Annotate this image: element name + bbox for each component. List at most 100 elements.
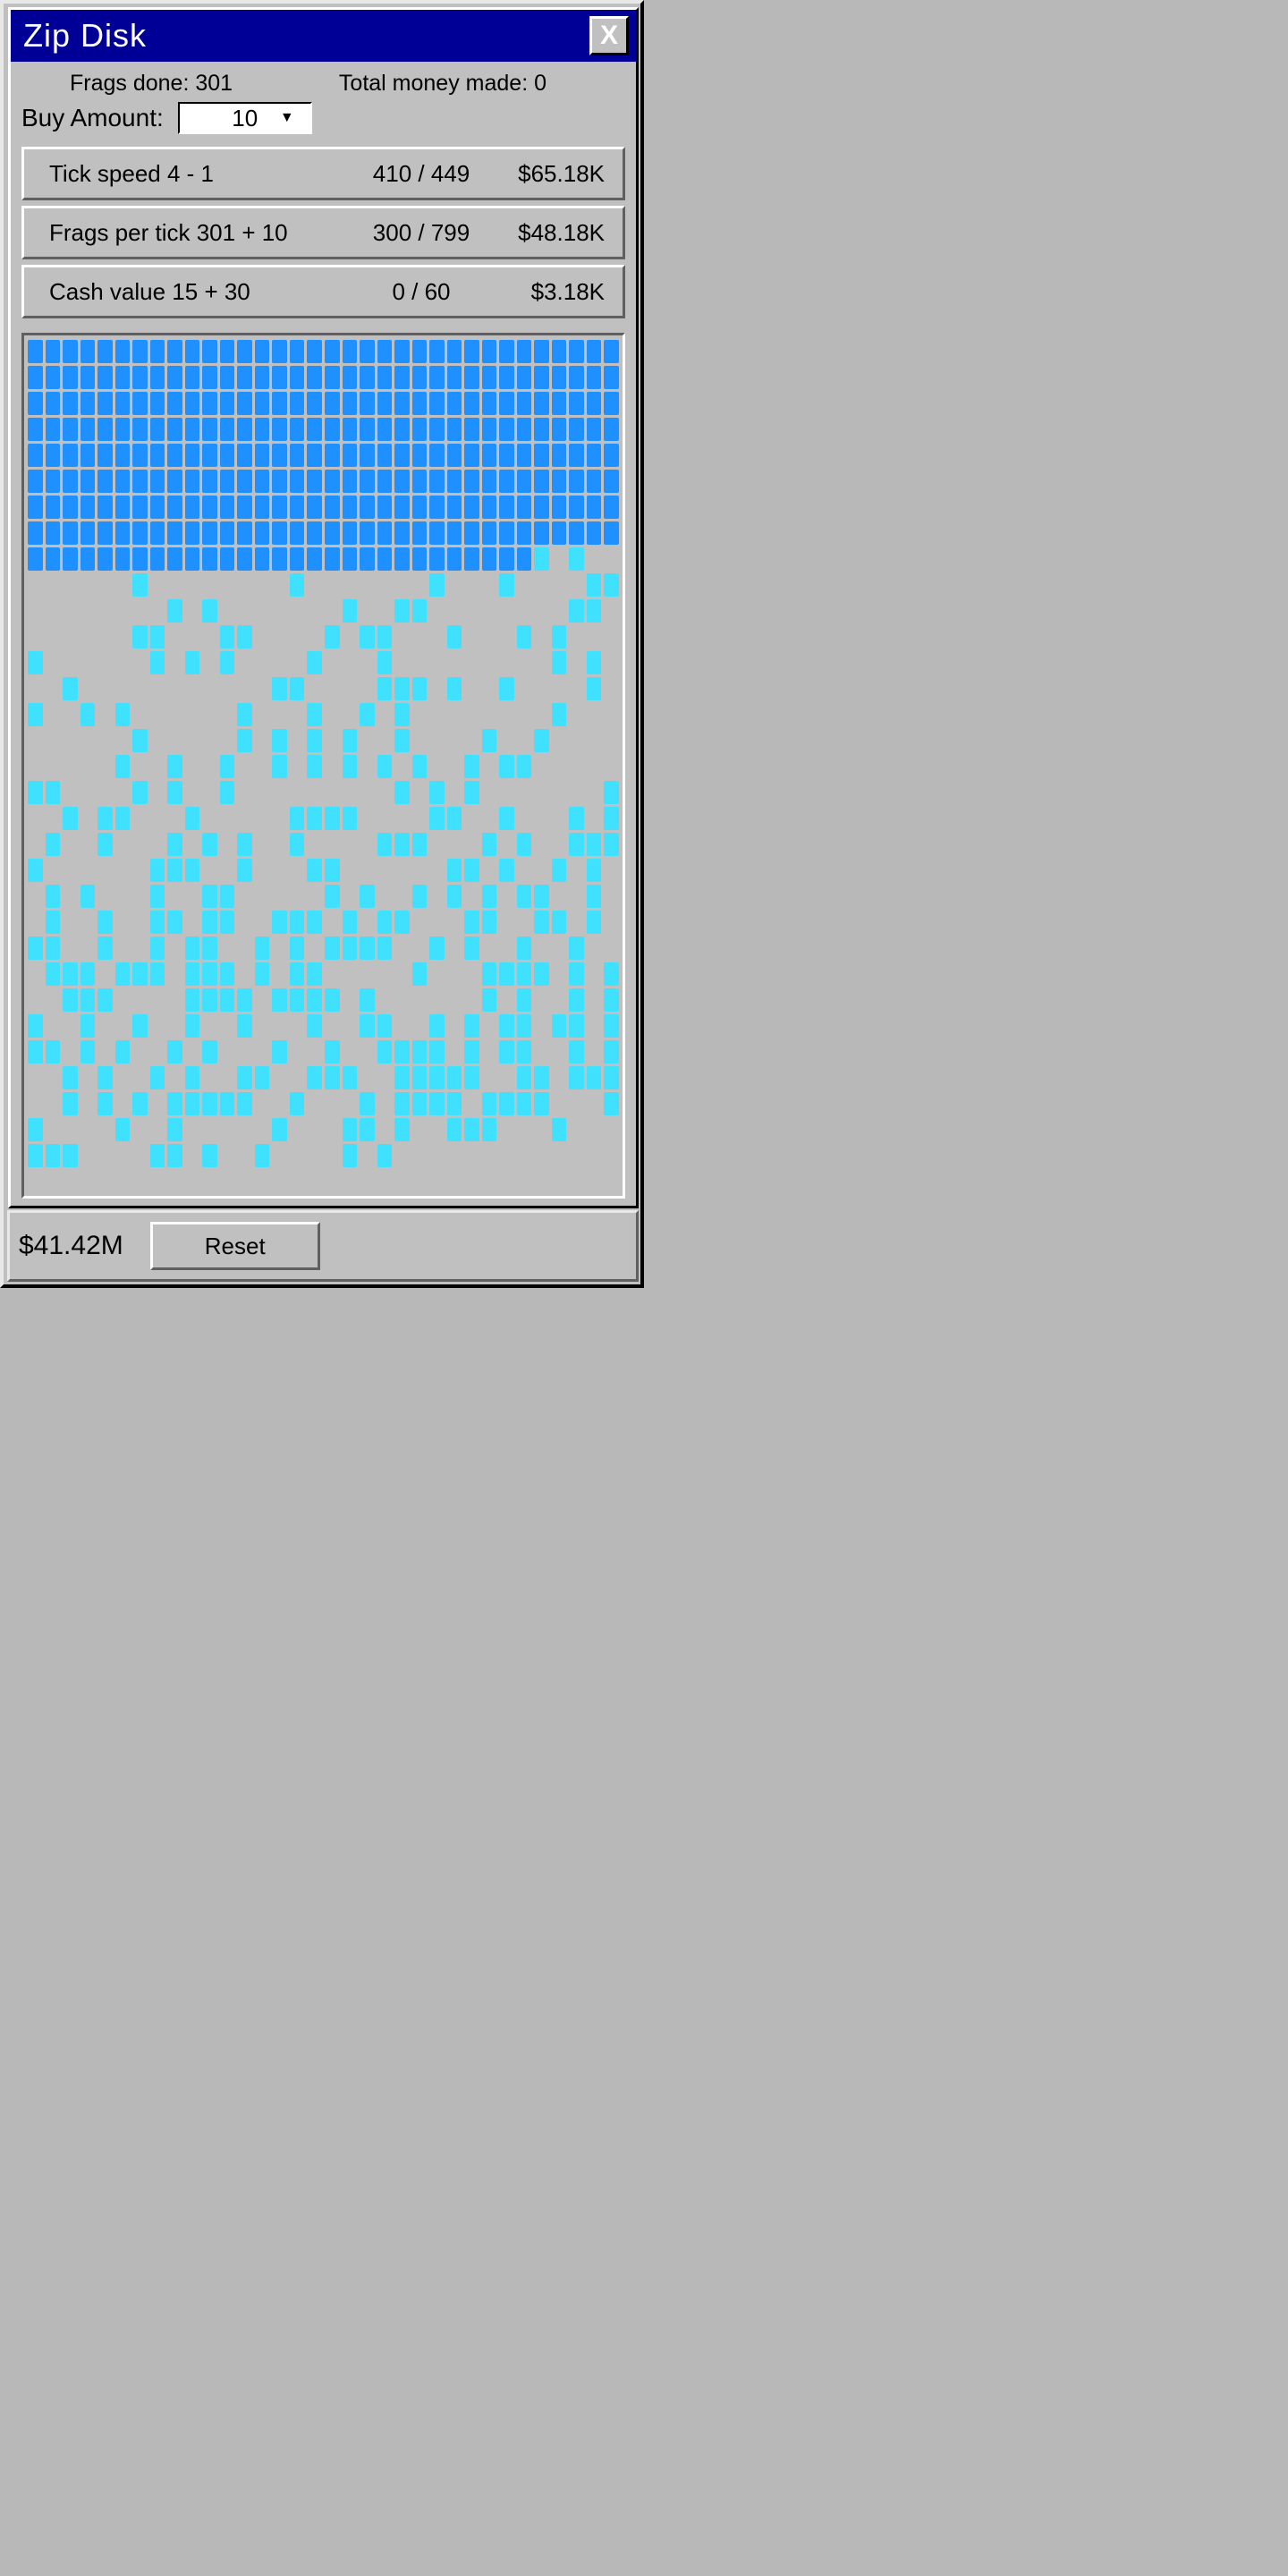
frag-cell: [412, 988, 428, 1012]
frag-cell: [237, 703, 252, 726]
frag-cell: [150, 1040, 165, 1063]
frag-cell: [325, 1014, 340, 1038]
frag-cell: [115, 755, 131, 778]
frag-cell: [202, 755, 217, 778]
frag-cell: [202, 1118, 217, 1141]
window-title: Zip Disk: [23, 17, 147, 55]
frag-cell: [429, 470, 445, 493]
frag-cell: [464, 599, 479, 623]
frag-cell: [237, 651, 252, 674]
frag-cell: [290, 962, 305, 986]
frag-cell: [325, 470, 340, 493]
frag-cell: [220, 962, 235, 986]
frag-cell: [569, 1118, 584, 1141]
buy-amount-dropdown[interactable]: 10 ▼: [178, 102, 312, 134]
frag-cell: [587, 418, 602, 441]
frag-cell: [237, 1092, 252, 1115]
close-button[interactable]: X: [589, 16, 629, 55]
frag-cell: [80, 470, 96, 493]
frag-cell: [534, 988, 549, 1012]
frag-cell: [464, 366, 479, 389]
frag-cell: [360, 366, 375, 389]
frag-cell: [97, 807, 113, 830]
frag-cell: [80, 1014, 96, 1038]
frag-cell: [534, 651, 549, 674]
frag-cell: [185, 781, 200, 804]
frag-cell: [28, 521, 43, 545]
frag-cell: [464, 911, 479, 934]
frag-cell: [63, 547, 78, 571]
frag-cell: [464, 962, 479, 986]
frag-cell: [28, 911, 43, 934]
defrag-panel: [21, 333, 625, 1199]
frag-cell: [604, 340, 619, 363]
frag-cell: [28, 1118, 43, 1141]
frag-cell: [97, 599, 113, 623]
frag-cell: [499, 1092, 514, 1115]
frag-cell: [587, 729, 602, 752]
reset-button[interactable]: Reset: [150, 1222, 320, 1270]
frag-cell: [534, 911, 549, 934]
frag-cell: [604, 625, 619, 648]
frag-cell: [255, 392, 270, 415]
frag-cell: [63, 1118, 78, 1141]
frag-cell: [150, 885, 165, 908]
frag-cell: [517, 1092, 532, 1115]
frag-cell: [499, 833, 514, 856]
upgrade-button-0[interactable]: Tick speed 4 - 1410 / 449$65.18K: [21, 147, 625, 200]
frag-cell: [394, 1066, 410, 1089]
frag-cell: [115, 988, 131, 1012]
frag-cell: [185, 936, 200, 960]
frag-cell: [115, 392, 131, 415]
frag-cell: [307, 729, 322, 752]
frag-cell: [343, 573, 358, 597]
frag-cell: [552, 599, 567, 623]
frag-cell: [272, 755, 287, 778]
frag-cell: [552, 833, 567, 856]
frag-cell: [604, 677, 619, 700]
frag-cell: [325, 496, 340, 519]
frag-cell: [46, 1014, 61, 1038]
upgrade-progress: 410 / 449: [363, 160, 479, 188]
frag-cell: [360, 1014, 375, 1038]
frag-cell: [604, 496, 619, 519]
frag-cell: [569, 470, 584, 493]
frag-cell: [28, 444, 43, 467]
frag-cell: [220, 625, 235, 648]
frag-cell: [482, 1118, 497, 1141]
frag-cell: [377, 729, 393, 752]
frag-cell: [482, 936, 497, 960]
frag-cell: [377, 703, 393, 726]
frag-cell: [499, 988, 514, 1012]
upgrade-progress: 0 / 60: [363, 278, 479, 306]
frag-cell: [97, 625, 113, 648]
frag-cell: [202, 936, 217, 960]
frag-cell: [325, 573, 340, 597]
upgrade-button-2[interactable]: Cash value 15 + 300 / 60$3.18K: [21, 265, 625, 318]
frag-cell: [517, 1118, 532, 1141]
frag-cell: [115, 781, 131, 804]
frag-cell: [517, 911, 532, 934]
frag-cell: [150, 755, 165, 778]
frag-cell: [447, 340, 462, 363]
frag-cell: [97, 781, 113, 804]
frag-cell: [167, 1014, 182, 1038]
frag-cell: [307, 988, 322, 1012]
frag-cell: [604, 547, 619, 571]
frag-cell: [412, 1066, 428, 1089]
frag-cell: [307, 1092, 322, 1115]
frag-cell: [482, 807, 497, 830]
frag-cell: [46, 911, 61, 934]
frag-cell: [412, 911, 428, 934]
frag-cell: [377, 677, 393, 700]
frag-cell: [517, 418, 532, 441]
upgrade-button-1[interactable]: Frags per tick 301 + 10300 / 799$48.18K: [21, 206, 625, 259]
frag-cell: [97, 496, 113, 519]
frag-cell: [272, 859, 287, 882]
frag-cell: [482, 366, 497, 389]
frag-cell: [482, 1040, 497, 1063]
frag-cell: [290, 625, 305, 648]
frag-cell: [150, 833, 165, 856]
frag-cell: [185, 833, 200, 856]
chevron-down-icon: ▼: [280, 110, 294, 126]
